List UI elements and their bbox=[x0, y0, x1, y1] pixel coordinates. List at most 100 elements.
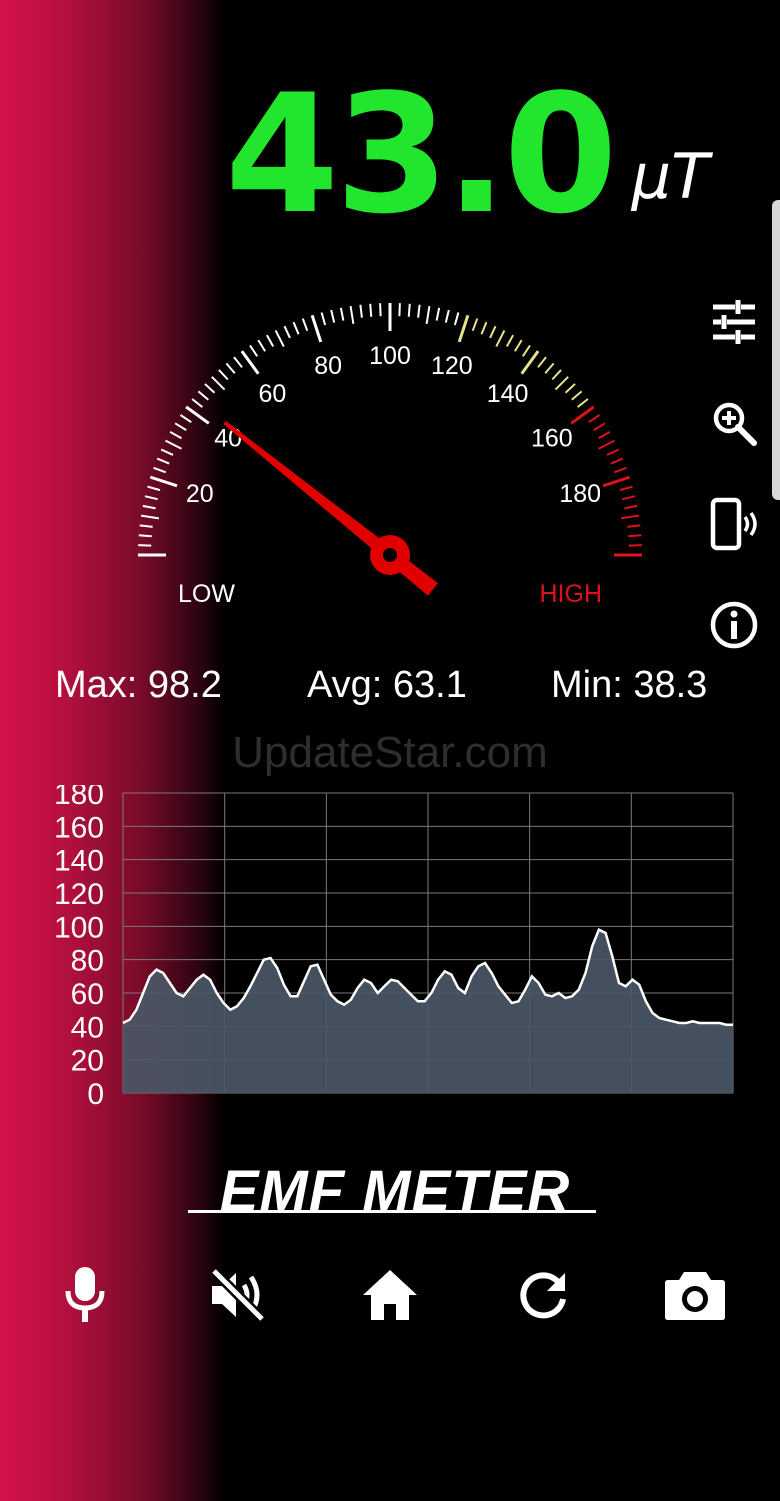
bottom-toolbar bbox=[0, 1260, 780, 1330]
gauge-tick bbox=[480, 321, 488, 335]
gauge-tick bbox=[156, 457, 170, 465]
gauge-label-140: 140 bbox=[487, 380, 529, 408]
gauge-tick bbox=[602, 475, 631, 488]
gauge-tick bbox=[571, 390, 583, 401]
y-tick-label-180: 180 bbox=[54, 785, 104, 811]
gauge-tick bbox=[435, 307, 441, 321]
gauge-tick bbox=[613, 466, 627, 474]
gauge-tick bbox=[339, 307, 345, 321]
mute-icon[interactable] bbox=[203, 1260, 273, 1330]
gauge: 2040 60 80 100 120 140160 180 LOW HIGH bbox=[138, 303, 642, 608]
refresh-icon[interactable] bbox=[508, 1260, 578, 1330]
y-tick-label-0: 0 bbox=[87, 1078, 104, 1111]
watermark: UpdateStar.com bbox=[232, 728, 548, 777]
field-unit: µT bbox=[631, 140, 709, 213]
y-tick-label-20: 20 bbox=[71, 1045, 104, 1078]
gauge-tick bbox=[537, 356, 547, 368]
gauge-tick bbox=[144, 495, 158, 501]
gauge-label-80: 80 bbox=[314, 352, 342, 380]
gauge-tick bbox=[142, 504, 156, 510]
microphone-icon[interactable] bbox=[50, 1260, 120, 1330]
gauge-tick bbox=[564, 383, 576, 394]
gauge-tick bbox=[620, 514, 640, 520]
side-toolbar bbox=[704, 292, 764, 696]
gauge-tick bbox=[218, 369, 229, 381]
gauge-tick bbox=[349, 305, 355, 325]
stat-min: Min: 38.3 bbox=[551, 664, 708, 706]
vibrate-phone-icon[interactable] bbox=[704, 494, 764, 554]
gauge-tick bbox=[139, 524, 153, 528]
gauge-tick bbox=[257, 339, 266, 352]
y-tick-label-160: 160 bbox=[54, 811, 104, 844]
gauge-tick bbox=[593, 422, 606, 431]
gauge-tick bbox=[265, 334, 275, 347]
gauge-tick bbox=[204, 383, 216, 394]
gauge-tick bbox=[310, 314, 323, 343]
gauge-tick bbox=[225, 362, 236, 374]
gauge-tick bbox=[577, 398, 589, 408]
gauge-tick bbox=[165, 439, 182, 450]
gauge-tick bbox=[211, 376, 226, 391]
tune-sliders-icon[interactable] bbox=[704, 292, 764, 352]
gauge-tick bbox=[544, 362, 555, 374]
gauge-label-60: 60 bbox=[259, 380, 287, 408]
gauge-tick bbox=[598, 439, 615, 450]
needle-shaft bbox=[223, 420, 438, 596]
edge-panel-handle[interactable] bbox=[772, 200, 780, 500]
gauge-tick bbox=[551, 369, 562, 381]
gauge-tick bbox=[622, 495, 636, 501]
gauge-label-160: 160 bbox=[531, 424, 573, 452]
gauge-tick bbox=[457, 314, 470, 343]
gauge-tick bbox=[444, 309, 450, 323]
history-chart: 180160140120100806040200 bbox=[54, 785, 734, 1111]
gauge-tick bbox=[489, 325, 497, 339]
gauge-tick bbox=[153, 466, 167, 474]
gauge-tick bbox=[495, 330, 506, 347]
gauge-tick bbox=[138, 534, 152, 538]
gauge-tick bbox=[628, 544, 642, 547]
gauge-tick bbox=[627, 524, 641, 528]
y-tick-label-60: 60 bbox=[71, 978, 104, 1011]
chart-y-axis: 180160140120100806040200 bbox=[54, 785, 104, 1111]
gauge-needle bbox=[223, 420, 438, 596]
gauge-tick bbox=[191, 398, 203, 408]
field-value: 43.0 bbox=[225, 59, 618, 250]
home-icon[interactable] bbox=[355, 1260, 425, 1330]
gauge-label-180: 180 bbox=[559, 480, 601, 508]
gauge-tick bbox=[588, 414, 601, 424]
gauge-tick bbox=[169, 430, 182, 440]
gauge-tick bbox=[179, 414, 192, 424]
gauge-tick bbox=[398, 303, 401, 317]
camera-icon[interactable] bbox=[660, 1260, 730, 1330]
gauge-label-120: 120 bbox=[431, 352, 473, 380]
gauge-label-100: 100 bbox=[369, 342, 411, 370]
gauge-tick bbox=[197, 390, 209, 401]
gauge-tick bbox=[160, 448, 174, 456]
gauge-tick bbox=[249, 344, 259, 357]
gauge-tick bbox=[628, 534, 642, 538]
y-tick-label-100: 100 bbox=[54, 911, 104, 944]
info-icon[interactable] bbox=[704, 595, 764, 655]
gauge-label-20: 20 bbox=[186, 480, 214, 508]
gauge-tick bbox=[606, 448, 620, 456]
stats-row: Max: 98.2 Avg: 63.1 Min: 38.3 bbox=[0, 664, 780, 710]
gauge-tick bbox=[624, 504, 638, 510]
y-tick-label-40: 40 bbox=[71, 1011, 104, 1044]
gauge-tick bbox=[301, 318, 309, 332]
gauge-tick bbox=[610, 457, 624, 465]
gauge-tick bbox=[149, 475, 178, 488]
stat-avg: Avg: 63.1 bbox=[307, 664, 467, 706]
gauge-tick bbox=[425, 305, 431, 325]
gauge-high-label: HIGH bbox=[540, 580, 603, 608]
gauge-label-40: 40 bbox=[214, 424, 242, 452]
gauge-tick bbox=[320, 312, 327, 326]
gauge-tick bbox=[453, 312, 460, 326]
gauge-low-label: LOW bbox=[178, 580, 235, 608]
y-tick-label-120: 120 bbox=[54, 878, 104, 911]
zoom-in-icon[interactable] bbox=[704, 393, 764, 453]
brand-underline bbox=[188, 1210, 596, 1213]
needle-hub-center bbox=[383, 548, 397, 562]
gauge-tick bbox=[140, 514, 160, 520]
gauge-tick bbox=[379, 303, 382, 317]
gauge-tick bbox=[514, 339, 523, 352]
